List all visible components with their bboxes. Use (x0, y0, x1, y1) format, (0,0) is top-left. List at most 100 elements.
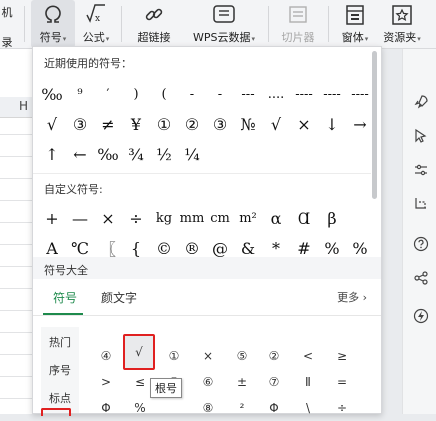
symbol-cell[interactable]: ⑦ (259, 369, 289, 395)
tab-kaomoji[interactable]: 颜文字 (101, 289, 137, 306)
symbol-cell[interactable]: ⑧ (193, 395, 223, 421)
formula-label: 公式 (82, 31, 105, 44)
symbol-cell[interactable]: < (293, 343, 323, 369)
symbol-cell[interactable]: Φ (259, 395, 289, 421)
symbol-cell[interactable]: ---- (290, 81, 318, 107)
active-tab-underline (43, 313, 83, 315)
symbol-cell[interactable]: α (262, 205, 290, 231)
wps-cloud-data-button[interactable]: WPS云数据▾ (186, 0, 262, 48)
symbol-cell[interactable]: Ɑ (290, 205, 318, 231)
settings-sliders-icon[interactable] (412, 161, 430, 179)
category-punctuation[interactable]: 标点 (41, 390, 79, 406)
symbol-row: > ≤ ③ ⑥ ± ⑦ Ⅱ = (91, 369, 361, 395)
symbol-cell[interactable]: ③ (66, 111, 94, 137)
slicer-button[interactable]: 切片器 (278, 0, 318, 48)
row-line (0, 310, 32, 311)
symbol-cell[interactable]: √ (38, 111, 66, 137)
symbol-cell[interactable]: β (318, 205, 346, 231)
symbol-cell[interactable]: ‰ (38, 81, 66, 107)
symbol-cell[interactable]: ÷ (327, 395, 357, 421)
formula-icon: x (83, 2, 109, 28)
symbol-cell[interactable]: > (91, 369, 121, 395)
symbol-cell[interactable]: ½ (150, 141, 178, 167)
symbol-cell[interactable]: ÷ (122, 205, 150, 231)
rocket-icon[interactable] (412, 93, 430, 111)
symbol-cell[interactable]: ② (259, 343, 289, 369)
symbol-cell[interactable]: % (125, 395, 155, 421)
symbol-tooltip: 根号 (150, 378, 182, 398)
window-button[interactable]: 窗体▾ (337, 0, 373, 48)
resource-label: 资源夹 (383, 31, 417, 44)
symbol-cell[interactable]: --- (234, 81, 262, 107)
symbol-cell[interactable]: ¾ (122, 141, 150, 167)
symbol-cell[interactable]: × (290, 111, 318, 137)
symbol-cell[interactable]: № (234, 111, 262, 137)
cursor-select-icon[interactable] (412, 127, 430, 145)
category-hot[interactable]: 热门 (41, 334, 79, 350)
symbol-cell[interactable]: ① (159, 343, 189, 369)
symbol-cell[interactable]: ② (178, 111, 206, 137)
symbol-cell[interactable]: — (66, 205, 94, 231)
symbol-cell[interactable]: ① (150, 111, 178, 137)
symbol-cell[interactable]: ↑ (38, 141, 66, 167)
symbol-cell[interactable]: \ (293, 395, 323, 421)
symbol-cell[interactable]: ≥ (327, 343, 357, 369)
ribbon-toolbar: 机 录 符号▾ x 公式▾ 超链接 WPS云数据▾ 切片器 窗体▾ 资源夹▾ (0, 0, 436, 49)
symbol-cell[interactable]: - (178, 81, 206, 107)
symbol-cell[interactable]: ± (227, 369, 257, 395)
symbol-cell[interactable]: ③ (206, 111, 234, 137)
symbol-cell[interactable]: cm (206, 205, 234, 231)
symbol-cell[interactable] (159, 395, 189, 421)
symbol-cell[interactable]: Φ (91, 395, 121, 421)
resource-folder-button[interactable]: 资源夹▾ (380, 0, 424, 48)
symbol-cell[interactable]: ¥ (122, 111, 150, 137)
symbol-cell[interactable]: × (193, 343, 223, 369)
more-button[interactable]: 更多 › (337, 289, 367, 305)
gallery-title: 符号大全 (44, 264, 88, 277)
sqrt-symbol-cell[interactable]: √ (123, 334, 155, 370)
symbol-cell[interactable]: kg (150, 205, 178, 231)
symbol-cell[interactable]: ↓ (318, 111, 346, 137)
symbol-cell[interactable]: ² (227, 395, 257, 421)
lightning-icon[interactable] (412, 307, 430, 325)
symbol-cell[interactable]: × (94, 205, 122, 231)
symbol-cell[interactable]: ⁹ (66, 81, 94, 107)
symbol-cell[interactable]: ④ (91, 343, 121, 369)
symbol-cell[interactable]: Ⅱ (293, 369, 323, 395)
star-folder-icon (390, 2, 414, 28)
crop-select-icon[interactable] (412, 195, 430, 213)
symbol-cell[interactable]: ← (66, 141, 94, 167)
help-icon[interactable] (412, 235, 430, 253)
row-line (0, 178, 32, 179)
symbol-cell[interactable]: ¼ (178, 141, 206, 167)
symbol-cell[interactable]: ) (122, 81, 150, 107)
symbol-cell[interactable]: mm (178, 205, 206, 231)
symbol-cell[interactable]: - (206, 81, 234, 107)
symbol-cell[interactable]: m² (234, 205, 262, 231)
symbol-cell[interactable]: ≠ (94, 111, 122, 137)
window-form-icon (344, 2, 366, 28)
symbol-button[interactable]: 符号▾ (31, 0, 75, 48)
formula-button[interactable]: x 公式▾ (79, 0, 113, 48)
symbol-cell[interactable]: ⑥ (193, 369, 223, 395)
share-icon[interactable] (412, 269, 430, 287)
symbol-cell[interactable]: ---- (346, 81, 374, 107)
spreadsheet-area[interactable]: H (0, 49, 32, 414)
symbol-cell[interactable]: → (346, 111, 374, 137)
column-header[interactable]: H (0, 97, 32, 118)
omega-icon (42, 2, 64, 28)
symbol-cell[interactable]: ⑤ (227, 343, 257, 369)
record-macro-button[interactable]: 机 录 (0, 0, 18, 49)
symbol-cell[interactable]: + (38, 205, 66, 231)
row-line (0, 354, 32, 355)
tab-symbols[interactable]: 符号 (53, 289, 77, 306)
symbol-cell[interactable]: √ (262, 111, 290, 137)
symbol-cell[interactable]: .... (262, 81, 290, 107)
category-sequence[interactable]: 序号 (41, 362, 79, 378)
symbol-cell[interactable]: = (327, 369, 357, 395)
hyperlink-button[interactable]: 超链接 (134, 0, 174, 48)
symbol-cell[interactable]: ( (150, 81, 178, 107)
symbol-cell[interactable]: ′ (94, 81, 122, 107)
symbol-cell[interactable]: ---- (318, 81, 346, 107)
symbol-cell[interactable]: ‰ (94, 141, 122, 167)
